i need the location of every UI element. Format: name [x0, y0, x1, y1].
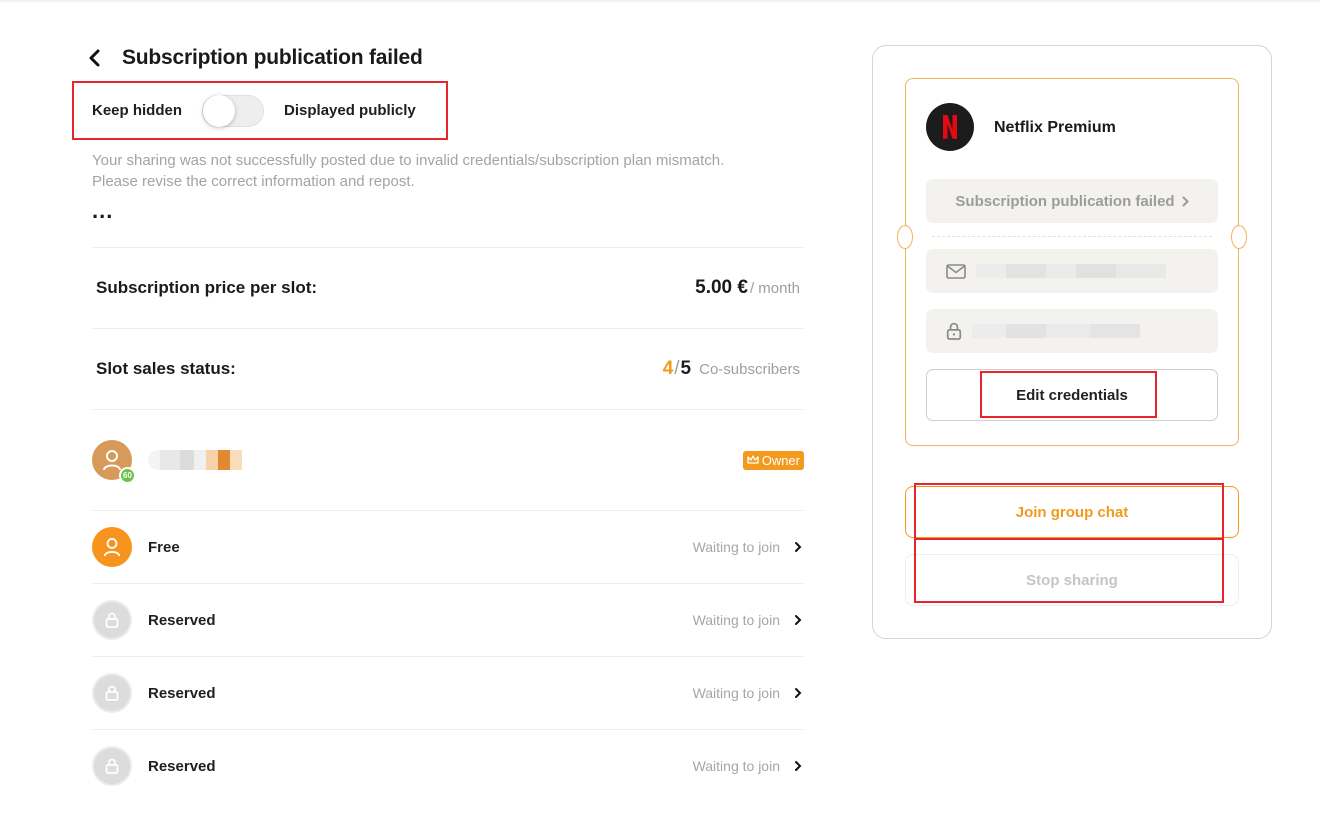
highlight-box-divider	[914, 538, 1224, 540]
chevron-right-icon	[794, 760, 804, 772]
visibility-toggle[interactable]	[202, 94, 265, 127]
avatar	[92, 746, 132, 786]
slots-total: 5	[680, 358, 692, 379]
member-row-owner: 60 Owner	[92, 409, 804, 510]
avatar	[92, 600, 132, 640]
publication-status-text: Subscription publication failed	[955, 192, 1175, 210]
failure-message-line-2: Please revise the correct information an…	[92, 173, 415, 190]
password-credential-field	[926, 309, 1218, 353]
member-status-text: Waiting to join	[692, 685, 780, 701]
slots-sold: 4	[662, 358, 674, 379]
chevron-right-icon	[794, 687, 804, 699]
avatar	[92, 527, 132, 567]
member-status-text: Waiting to join	[692, 612, 780, 628]
price-unit: / month	[749, 280, 800, 297]
price-label: Subscription price per slot:	[96, 278, 318, 297]
failure-message: Your sharing was not successfully posted…	[92, 150, 804, 192]
join-group-chat-button[interactable]: Join group chat	[905, 486, 1239, 538]
ticket-notch	[897, 225, 913, 249]
member-row-reserved[interactable]: Reserved Waiting to join	[92, 729, 804, 802]
user-icon	[103, 538, 121, 557]
member-name: Reserved	[148, 757, 216, 775]
crown-icon	[747, 455, 759, 464]
member-status[interactable]: Waiting to join	[693, 758, 804, 774]
slots-separator: /	[674, 358, 680, 379]
avatar	[92, 673, 132, 713]
edit-credentials-button[interactable]: Edit credentials	[926, 369, 1218, 421]
email-redacted	[976, 264, 1166, 278]
chevron-right-icon	[1182, 196, 1189, 206]
price-row: Subscription price per slot: 5.00 € / mo…	[92, 247, 804, 328]
owner-name-redacted	[148, 450, 242, 470]
netflix-logo-icon	[926, 103, 974, 151]
chevron-right-icon	[794, 614, 804, 626]
member-row-reserved[interactable]: Reserved Waiting to join	[92, 656, 804, 729]
failure-message-line-1: Your sharing was not successfully posted…	[92, 152, 725, 169]
price-amount: 5.00 €	[695, 277, 748, 298]
slot-status-label: Slot sales status:	[96, 359, 236, 378]
page-title: Subscription publication failed	[122, 46, 423, 69]
keep-hidden-label: Keep hidden	[92, 102, 183, 119]
owner-badge: Owner	[742, 450, 804, 470]
slots-unit: Co-subscribers	[699, 361, 800, 378]
visibility-toggle-row: Keep hidden Displayed publicly	[72, 81, 448, 140]
back-arrow-icon[interactable]	[88, 48, 108, 68]
subscription-card: Netflix Premium Subscription publication…	[897, 78, 1247, 446]
member-row-reserved[interactable]: Reserved Waiting to join	[92, 583, 804, 656]
slot-status-value: 4 / 5 Co-subscribers	[663, 358, 804, 380]
email-credential-field	[926, 249, 1218, 293]
password-redacted	[972, 324, 1140, 338]
toggle-knob	[203, 94, 236, 127]
lock-icon	[105, 758, 119, 774]
displayed-publicly-label: Displayed publicly	[284, 102, 416, 119]
member-status-text: Waiting to join	[692, 758, 780, 774]
mail-icon	[946, 263, 966, 279]
page-header: Subscription publication failed	[89, 40, 804, 76]
chevron-right-icon	[794, 541, 804, 553]
member-status[interactable]: Waiting to join	[693, 685, 804, 701]
subscription-details: Subscription publication failed Keep hid…	[72, 40, 804, 786]
member-name: Reserved	[148, 684, 216, 702]
owner-badge-label: Owner	[761, 452, 800, 468]
lock-icon	[105, 685, 119, 701]
top-divider	[0, 0, 1320, 2]
subscription-panel: Netflix Premium Subscription publication…	[872, 45, 1272, 639]
member-name: Reserved	[148, 611, 216, 629]
publication-status-chip[interactable]: Subscription publication failed	[926, 179, 1218, 223]
level-badge: 60	[119, 467, 136, 484]
ticket-notch	[1231, 225, 1247, 249]
member-row-free[interactable]: Free Waiting to join	[92, 510, 804, 583]
service-name: Netflix Premium	[994, 119, 1116, 136]
avatar: 60	[92, 440, 136, 484]
slot-status-row: Slot sales status: 4 / 5 Co-subscribers	[92, 328, 804, 409]
member-name: Free	[148, 538, 180, 556]
member-status[interactable]: Waiting to join	[693, 539, 804, 555]
lock-icon	[946, 322, 962, 340]
stop-sharing-button[interactable]: Stop sharing	[905, 554, 1239, 606]
member-status[interactable]: Waiting to join	[693, 612, 804, 628]
ticket-divider	[932, 236, 1212, 237]
user-icon	[103, 450, 121, 471]
member-status-text: Waiting to join	[692, 539, 780, 555]
more-ellipsis[interactable]: ...	[92, 200, 113, 222]
lock-icon	[105, 612, 119, 628]
price-value: 5.00 € / month	[695, 277, 804, 299]
